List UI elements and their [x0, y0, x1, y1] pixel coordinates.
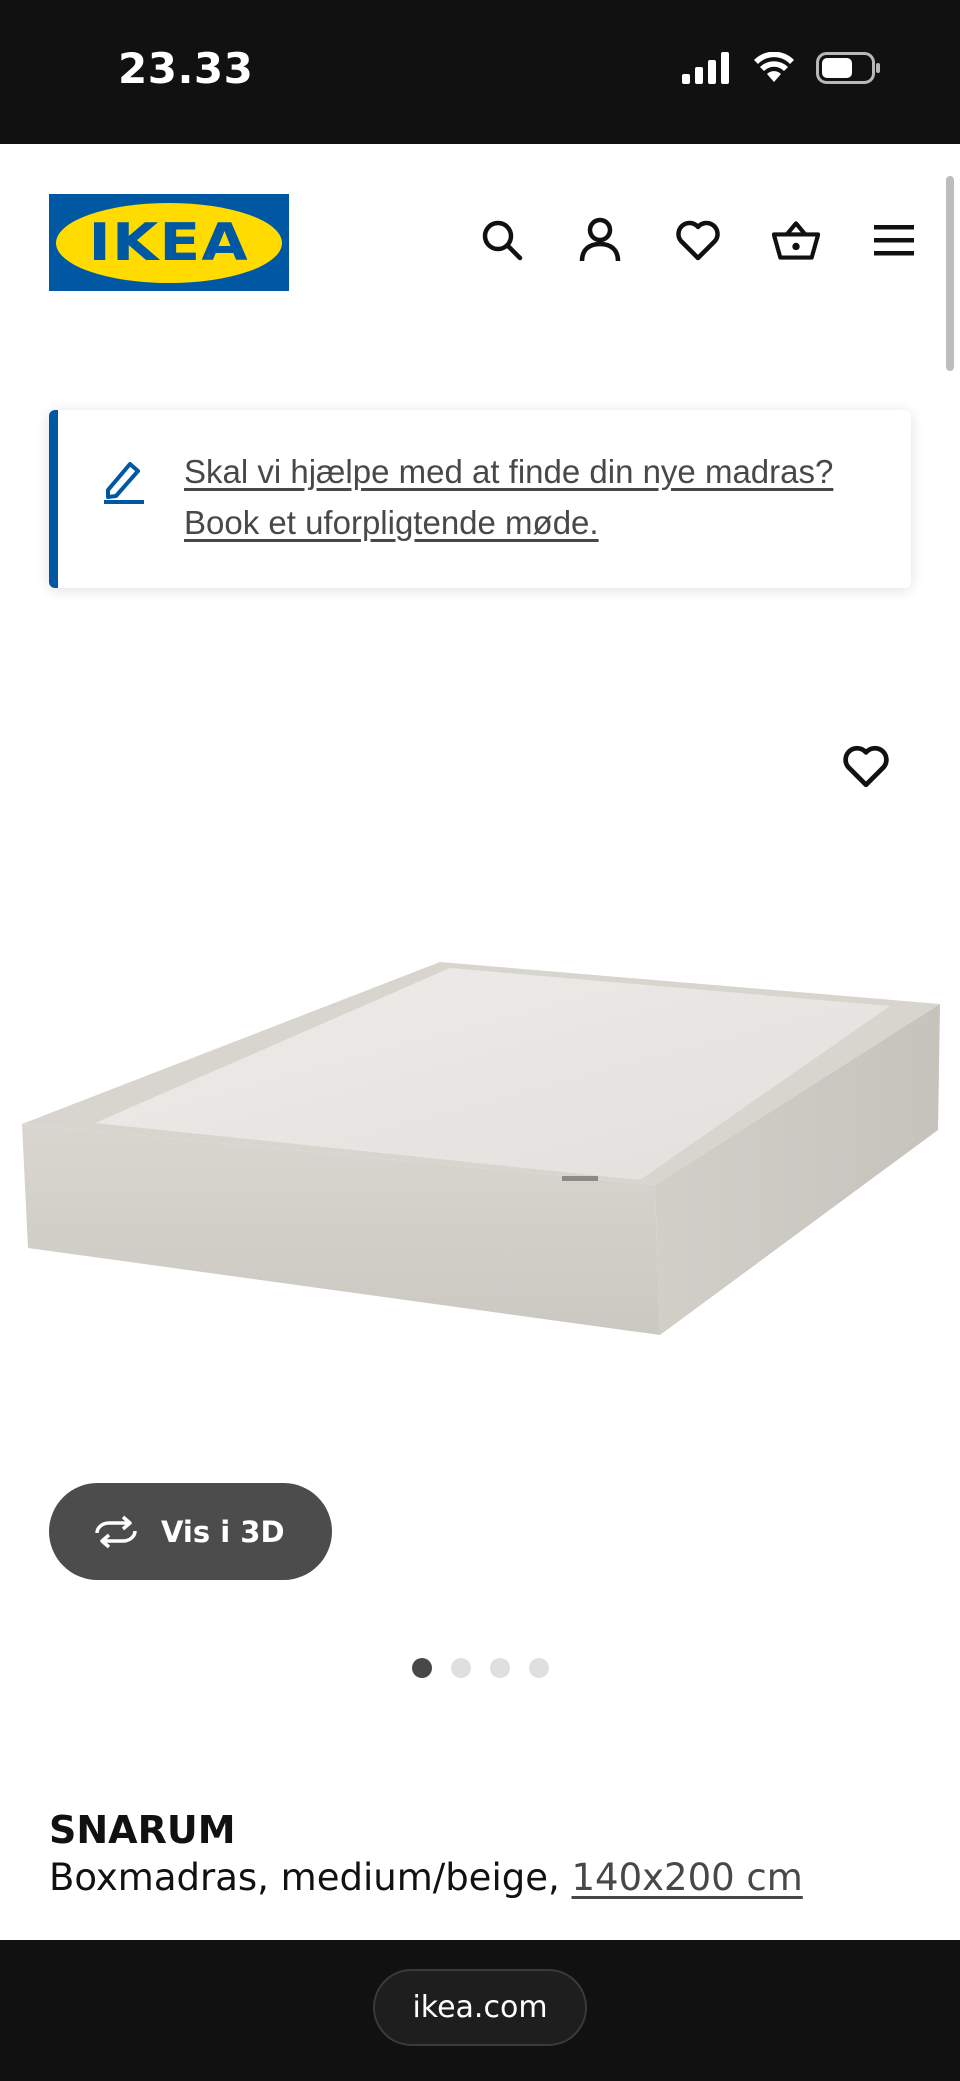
carousel-dot[interactable]	[451, 1658, 471, 1678]
cellular-signal-icon	[682, 52, 729, 84]
page-scrollbar[interactable]	[946, 176, 954, 371]
logo-ellipse: IKEA	[56, 202, 282, 283]
product-description: Boxmadras, medium/beige, 140x200 cm	[49, 1856, 803, 1899]
mattress-help-banner[interactable]: Skal vi hjælpe med at finde din nye madr…	[49, 410, 911, 588]
battery-icon	[816, 52, 880, 84]
ikea-logo[interactable]: IKEA	[49, 194, 289, 291]
carousel-dots	[412, 1658, 549, 1678]
search-icon[interactable]	[478, 216, 526, 264]
status-icons	[682, 52, 882, 84]
status-time: 23.33	[118, 44, 254, 93]
product-size-link[interactable]: 140x200 cm	[572, 1856, 803, 1899]
page: 23.33 IKEA Skal vi hjælpe med at finde d…	[0, 0, 960, 2081]
view-in-3d-label: Vis i 3D	[161, 1514, 285, 1549]
browser-bar: ikea.com	[0, 1940, 960, 2081]
view-in-3d-button[interactable]: Vis i 3D	[49, 1483, 332, 1580]
header-nav	[478, 216, 918, 264]
box-mattress-image	[22, 962, 940, 1335]
product-type: Boxmadras, medium/beige,	[49, 1856, 560, 1899]
wifi-icon	[754, 52, 794, 82]
url-bar[interactable]: ikea.com	[373, 1969, 587, 2046]
logo-text: IKEA	[88, 212, 250, 273]
heart-icon[interactable]	[674, 216, 722, 264]
status-bar: 23.33	[0, 0, 960, 144]
carousel-dot[interactable]	[490, 1658, 510, 1678]
site-header: IKEA	[0, 144, 960, 344]
pencil-icon	[104, 462, 144, 504]
carousel-dot[interactable]	[412, 1658, 432, 1678]
account-icon[interactable]	[576, 216, 624, 264]
menu-icon[interactable]	[870, 216, 918, 264]
banner-link[interactable]: Skal vi hjælpe med at finde din nye madr…	[184, 446, 904, 548]
rotate-icon	[95, 1515, 137, 1548]
product-name: SNARUM	[49, 1808, 236, 1852]
product-image[interactable]	[0, 640, 960, 1500]
carousel-dot[interactable]	[529, 1658, 549, 1678]
basket-icon[interactable]	[772, 216, 820, 264]
